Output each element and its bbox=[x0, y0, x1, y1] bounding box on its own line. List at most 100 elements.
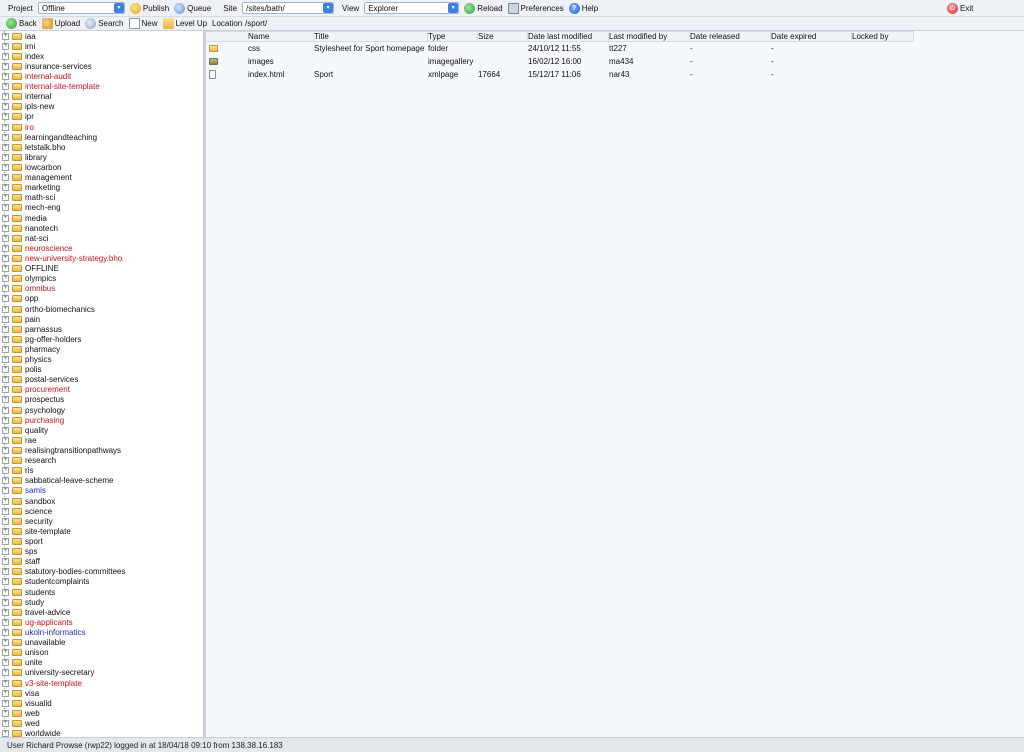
tree-item-label[interactable]: research bbox=[25, 456, 56, 465]
expand-icon[interactable]: + bbox=[2, 194, 9, 202]
expand-icon[interactable]: + bbox=[2, 467, 9, 475]
expand-icon[interactable]: + bbox=[2, 103, 9, 111]
expand-icon[interactable]: + bbox=[2, 588, 9, 596]
tree-item-label[interactable]: v3-site-template bbox=[25, 679, 82, 688]
tree-item-label[interactable]: psychology bbox=[25, 406, 65, 415]
tree-item[interactable]: + purchasing bbox=[0, 415, 203, 425]
expand-icon[interactable]: + bbox=[2, 285, 9, 293]
tree-item[interactable]: + ipls-new bbox=[0, 102, 203, 112]
search-button[interactable]: Search bbox=[85, 18, 124, 29]
tree-item-label[interactable]: travel-advice bbox=[25, 608, 70, 617]
expand-icon[interactable]: + bbox=[2, 184, 9, 192]
tree-item-label[interactable]: parnassus bbox=[25, 325, 62, 334]
expand-icon[interactable]: + bbox=[2, 527, 9, 535]
column-header[interactable]: Title bbox=[314, 32, 428, 41]
tree-item[interactable]: + worldwide bbox=[0, 729, 203, 737]
expand-icon[interactable]: + bbox=[2, 608, 9, 616]
tree-item[interactable]: + statutory-bodies-committees bbox=[0, 567, 203, 577]
expand-icon[interactable]: + bbox=[2, 679, 9, 687]
folder-tree[interactable]: + iaa + imi + index + insurance-services + intern… bbox=[0, 31, 206, 737]
tree-item[interactable]: + rae bbox=[0, 435, 203, 445]
expand-icon[interactable]: + bbox=[2, 730, 9, 737]
tree-item-label[interactable]: ris bbox=[25, 466, 33, 475]
tree-item-label[interactable]: nanotech bbox=[25, 224, 58, 233]
tree-item-label[interactable]: samis bbox=[25, 486, 46, 495]
tree-item-label[interactable]: neuroscience bbox=[25, 244, 73, 253]
expand-icon[interactable]: + bbox=[2, 598, 9, 606]
tree-item[interactable]: + unavailable bbox=[0, 638, 203, 648]
expand-icon[interactable]: + bbox=[2, 143, 9, 151]
tree-item-label[interactable]: web bbox=[25, 709, 40, 718]
expand-icon[interactable]: + bbox=[2, 659, 9, 667]
tree-item-label[interactable]: pain bbox=[25, 315, 40, 324]
tree-item-label[interactable]: prospectus bbox=[25, 395, 64, 404]
tree-item-label[interactable]: ortho-biomechanics bbox=[25, 305, 95, 314]
tree-item[interactable]: + internal-site-template bbox=[0, 82, 203, 92]
tree-item-label[interactable]: ug-applicants bbox=[25, 618, 73, 627]
tree-item-label[interactable]: media bbox=[25, 214, 47, 223]
tree-item[interactable]: + lowcarbon bbox=[0, 162, 203, 172]
tree-item[interactable]: + students bbox=[0, 587, 203, 597]
expand-icon[interactable]: + bbox=[2, 507, 9, 515]
tree-item-label[interactable]: ipls-new bbox=[25, 102, 54, 111]
expand-icon[interactable]: + bbox=[2, 366, 9, 374]
tree-item[interactable]: + staff bbox=[0, 557, 203, 567]
expand-icon[interactable]: + bbox=[2, 254, 9, 262]
expand-icon[interactable]: + bbox=[2, 72, 9, 80]
help-button[interactable]: ? Help bbox=[568, 2, 598, 14]
expand-icon[interactable]: + bbox=[2, 113, 9, 121]
expand-icon[interactable]: + bbox=[2, 335, 9, 343]
tree-item-label[interactable]: iaa bbox=[25, 32, 36, 41]
tree-item[interactable]: + polis bbox=[0, 365, 203, 375]
new-button[interactable]: New bbox=[128, 18, 158, 29]
tree-item-label[interactable]: study bbox=[25, 598, 44, 607]
expand-icon[interactable]: + bbox=[2, 457, 9, 465]
preferences-button[interactable]: Preferences bbox=[507, 2, 564, 14]
tree-item-label[interactable]: nat-sci bbox=[25, 234, 49, 243]
expand-icon[interactable]: + bbox=[2, 153, 9, 161]
expand-icon[interactable]: + bbox=[2, 649, 9, 657]
tree-item[interactable]: + mech-eng bbox=[0, 203, 203, 213]
expand-icon[interactable]: + bbox=[2, 325, 9, 333]
queue-button[interactable]: Queue bbox=[174, 2, 211, 14]
expand-icon[interactable]: + bbox=[2, 477, 9, 485]
tree-item-label[interactable]: postal-services bbox=[25, 375, 78, 384]
tree-item-label[interactable]: internal bbox=[25, 92, 51, 101]
expand-icon[interactable]: + bbox=[2, 396, 9, 404]
tree-item-label[interactable]: letstalk.bho bbox=[25, 143, 65, 152]
tree-item-label[interactable]: lowcarbon bbox=[25, 163, 61, 172]
tree-item[interactable]: + v3-site-template bbox=[0, 678, 203, 688]
tree-item-label[interactable]: pharmacy bbox=[25, 345, 60, 354]
tree-item[interactable]: + sabbatical-leave-scheme bbox=[0, 476, 203, 486]
column-header[interactable]: Date last modified bbox=[528, 32, 609, 41]
tree-item-label[interactable]: physics bbox=[25, 355, 52, 364]
publish-button[interactable]: Publish bbox=[129, 2, 169, 14]
expand-icon[interactable]: + bbox=[2, 163, 9, 171]
tree-item[interactable]: + nanotech bbox=[0, 223, 203, 233]
tree-item-label[interactable]: learningandteaching bbox=[25, 133, 97, 142]
tree-item[interactable]: + wed bbox=[0, 718, 203, 728]
expand-icon[interactable]: + bbox=[2, 538, 9, 546]
expand-icon[interactable]: + bbox=[2, 234, 9, 242]
expand-icon[interactable]: + bbox=[2, 52, 9, 60]
back-button[interactable]: Back bbox=[6, 18, 37, 29]
tree-item-label[interactable]: visa bbox=[25, 689, 39, 698]
expand-icon[interactable]: + bbox=[2, 709, 9, 717]
tree-item-label[interactable]: mech-eng bbox=[25, 203, 61, 212]
expand-icon[interactable]: + bbox=[2, 548, 9, 556]
expand-icon[interactable]: + bbox=[2, 497, 9, 505]
tree-item[interactable]: + olympics bbox=[0, 274, 203, 284]
tree-item[interactable]: + research bbox=[0, 456, 203, 466]
tree-item-label[interactable]: sport bbox=[25, 537, 43, 546]
tree-item-label[interactable]: polis bbox=[25, 365, 41, 374]
tree-item-label[interactable]: rae bbox=[25, 436, 37, 445]
expand-icon[interactable]: + bbox=[2, 93, 9, 101]
tree-item-label[interactable]: new-university-strategy.bho bbox=[25, 254, 122, 263]
column-header[interactable]: Last modified by bbox=[609, 32, 690, 41]
tree-item[interactable]: + quality bbox=[0, 425, 203, 435]
tree-item[interactable]: + letstalk.bho bbox=[0, 142, 203, 152]
tree-item-label[interactable]: marketing bbox=[25, 183, 60, 192]
tree-item[interactable]: + travel-advice bbox=[0, 607, 203, 617]
tree-item[interactable]: + university-secretary bbox=[0, 668, 203, 678]
tree-item-label[interactable]: library bbox=[25, 153, 47, 162]
